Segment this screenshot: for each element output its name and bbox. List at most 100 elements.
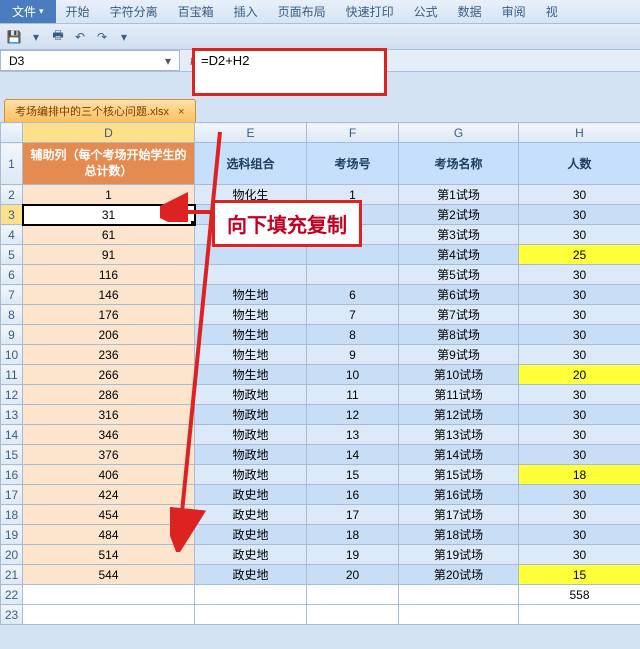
cell-G4[interactable]: 第3试场 xyxy=(399,225,519,245)
cell-H20[interactable]: 30 xyxy=(519,545,640,565)
cell-F12[interactable]: 11 xyxy=(307,385,399,405)
cell-H3[interactable]: 30 xyxy=(519,205,640,225)
cell-F7[interactable]: 6 xyxy=(307,285,399,305)
cell-F8[interactable]: 7 xyxy=(307,305,399,325)
cell-H7[interactable]: 30 xyxy=(519,285,640,305)
cell-H18[interactable]: 30 xyxy=(519,505,640,525)
menu-tab-2[interactable]: 百宝箱 xyxy=(168,0,224,24)
cell[interactable] xyxy=(519,605,640,625)
cell-F14[interactable]: 13 xyxy=(307,425,399,445)
row-header-3[interactable]: 3 xyxy=(1,205,23,225)
cell-H9[interactable]: 30 xyxy=(519,325,640,345)
chevron-down-icon[interactable]: ▾ xyxy=(165,54,171,68)
menu-tab-0[interactable]: 开始 xyxy=(56,0,100,24)
cell-H11[interactable]: 20 xyxy=(519,365,640,385)
cell-D20[interactable]: 514 xyxy=(23,545,195,565)
cell-G16[interactable]: 第15试场 xyxy=(399,465,519,485)
cell-E21[interactable]: 政史地 xyxy=(195,565,307,585)
menu-tab-1[interactable]: 字符分离 xyxy=(100,0,168,24)
cell[interactable] xyxy=(307,605,399,625)
cell-D17[interactable]: 424 xyxy=(23,485,195,505)
cell-F9[interactable]: 8 xyxy=(307,325,399,345)
cell-F17[interactable]: 16 xyxy=(307,485,399,505)
cell-G6[interactable]: 第5试场 xyxy=(399,265,519,285)
row-header-14[interactable]: 14 xyxy=(1,425,23,445)
cell[interactable] xyxy=(195,585,307,605)
header-G[interactable]: 考场名称 xyxy=(399,143,519,185)
row-header-1[interactable]: 1 xyxy=(1,143,23,185)
cell-F5[interactable] xyxy=(307,245,399,265)
cell-H10[interactable]: 30 xyxy=(519,345,640,365)
cell-F19[interactable]: 18 xyxy=(307,525,399,545)
more-icon[interactable]: ▾ xyxy=(116,29,132,45)
cell-G8[interactable]: 第7试场 xyxy=(399,305,519,325)
menu-tab-5[interactable]: 快速打印 xyxy=(336,0,404,24)
row-header-18[interactable]: 18 xyxy=(1,505,23,525)
cell-D18[interactable]: 454 xyxy=(23,505,195,525)
cell-H22[interactable]: 558 xyxy=(519,585,640,605)
cell-G5[interactable]: 第4试场 xyxy=(399,245,519,265)
cell-G9[interactable]: 第8试场 xyxy=(399,325,519,345)
cell[interactable] xyxy=(307,585,399,605)
cell-F6[interactable] xyxy=(307,265,399,285)
cell-G2[interactable]: 第1试场 xyxy=(399,185,519,205)
row-header-12[interactable]: 12 xyxy=(1,385,23,405)
row-header-17[interactable]: 17 xyxy=(1,485,23,505)
cell-G17[interactable]: 第16试场 xyxy=(399,485,519,505)
cell-H12[interactable]: 30 xyxy=(519,385,640,405)
cell-H5[interactable]: 25 xyxy=(519,245,640,265)
cell[interactable] xyxy=(23,605,195,625)
save-icon[interactable]: 💾 xyxy=(6,29,22,45)
cell-G15[interactable]: 第14试场 xyxy=(399,445,519,465)
header-D[interactable]: 辅助列（每个考场开始学生的总计数） xyxy=(23,143,195,185)
cell-D10[interactable]: 236 xyxy=(23,345,195,365)
cell-H15[interactable]: 30 xyxy=(519,445,640,465)
cell-G20[interactable]: 第19试场 xyxy=(399,545,519,565)
row-header-7[interactable]: 7 xyxy=(1,285,23,305)
row-header-2[interactable]: 2 xyxy=(1,185,23,205)
name-box[interactable]: D3 ▾ xyxy=(0,50,180,71)
cell-F15[interactable]: 14 xyxy=(307,445,399,465)
cell-H6[interactable]: 30 xyxy=(519,265,640,285)
cell-F18[interactable]: 17 xyxy=(307,505,399,525)
cell-D9[interactable]: 206 xyxy=(23,325,195,345)
cell-G12[interactable]: 第11试场 xyxy=(399,385,519,405)
cell[interactable] xyxy=(195,605,307,625)
menu-tab-3[interactable]: 插入 xyxy=(224,0,268,24)
menu-file[interactable]: 文件 ▾ xyxy=(0,0,56,23)
cell-D7[interactable]: 146 xyxy=(23,285,195,305)
cell-D13[interactable]: 316 xyxy=(23,405,195,425)
menu-tab-9[interactable]: 视 xyxy=(536,0,568,24)
workbook-tab[interactable]: 考场编排中的三个核心问题.xlsx × xyxy=(4,99,196,122)
print-icon[interactable]: 🖶 xyxy=(50,29,66,45)
cell-G21[interactable]: 第20试场 xyxy=(399,565,519,585)
select-all-corner[interactable] xyxy=(1,123,23,143)
cell[interactable] xyxy=(23,585,195,605)
row-header-11[interactable]: 11 xyxy=(1,365,23,385)
row-header-21[interactable]: 21 xyxy=(1,565,23,585)
cell-D5[interactable]: 91 xyxy=(23,245,195,265)
cell-F16[interactable]: 15 xyxy=(307,465,399,485)
cell-D16[interactable]: 406 xyxy=(23,465,195,485)
row-header-10[interactable]: 10 xyxy=(1,345,23,365)
cell-D8[interactable]: 176 xyxy=(23,305,195,325)
cell-G14[interactable]: 第13试场 xyxy=(399,425,519,445)
new-icon[interactable]: ▾ xyxy=(28,29,44,45)
menu-tab-7[interactable]: 数据 xyxy=(448,0,492,24)
cell-G19[interactable]: 第18试场 xyxy=(399,525,519,545)
undo-icon[interactable]: ↶ xyxy=(72,29,88,45)
cell-H19[interactable]: 30 xyxy=(519,525,640,545)
cell-D15[interactable]: 376 xyxy=(23,445,195,465)
cell[interactable] xyxy=(399,605,519,625)
row-header-22[interactable]: 22 xyxy=(1,585,23,605)
row-header-13[interactable]: 13 xyxy=(1,405,23,425)
col-header-G[interactable]: G xyxy=(399,123,519,143)
menu-tab-4[interactable]: 页面布局 xyxy=(268,0,336,24)
formula-input[interactable] xyxy=(201,53,378,68)
row-header-23[interactable]: 23 xyxy=(1,605,23,625)
col-header-D[interactable]: D xyxy=(23,123,195,143)
cell-D19[interactable]: 484 xyxy=(23,525,195,545)
cell-G11[interactable]: 第10试场 xyxy=(399,365,519,385)
header-H[interactable]: 人数 xyxy=(519,143,640,185)
cell-G13[interactable]: 第12试场 xyxy=(399,405,519,425)
